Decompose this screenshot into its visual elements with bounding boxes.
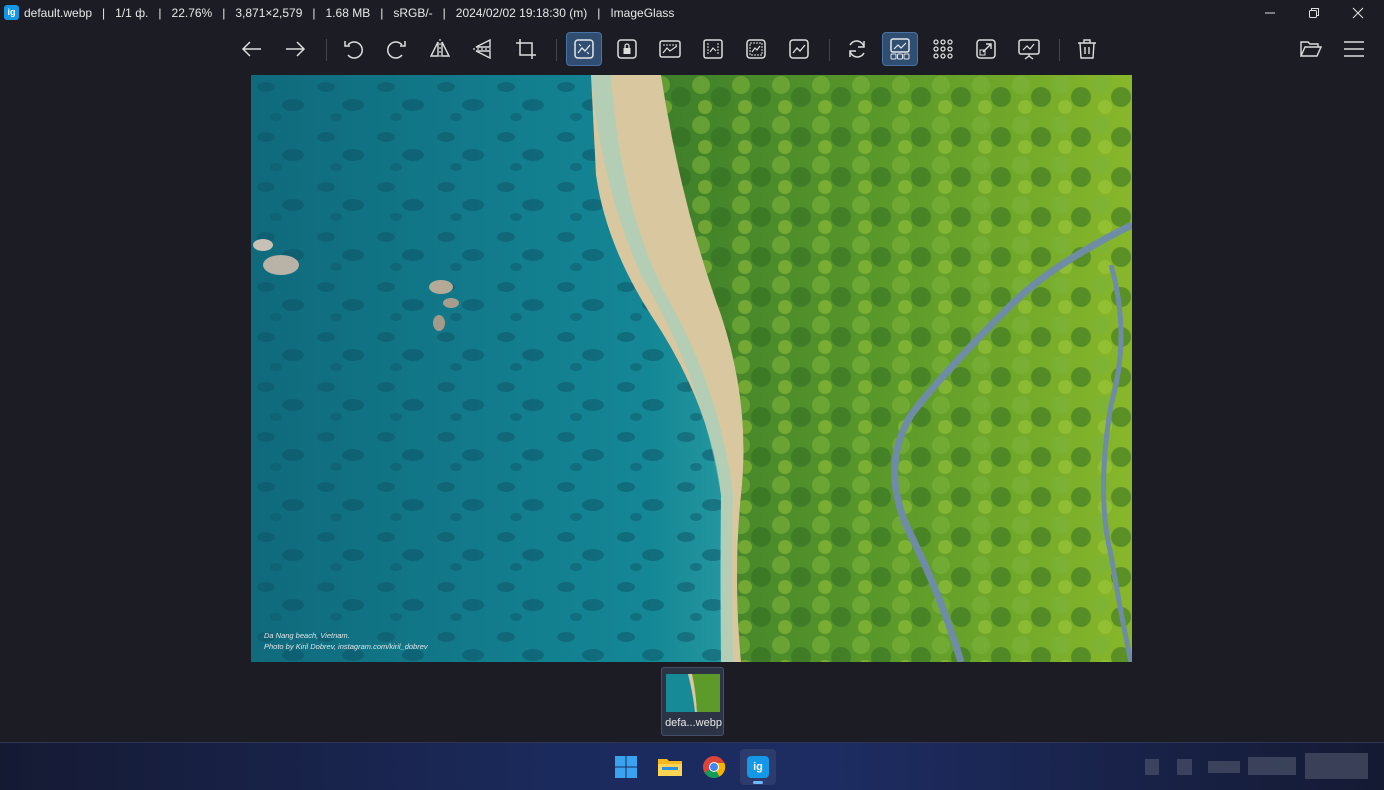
scale-to-fit-icon [746, 39, 766, 59]
gallery-button[interactable] [925, 32, 961, 66]
taskbar: ig [0, 742, 1384, 790]
scale-to-width-button[interactable] [652, 32, 688, 66]
lock-zoom-button[interactable] [609, 32, 645, 66]
imageglass-taskbar-button[interactable]: ig [740, 749, 776, 785]
thumbnail-image [666, 674, 720, 712]
close-icon [1352, 7, 1364, 18]
restore-button[interactable] [1292, 0, 1336, 25]
scale-to-height-icon [703, 39, 723, 59]
scale-to-width-icon [659, 40, 681, 58]
scale-to-fill-icon [789, 39, 809, 59]
caption-line-2: Photo by Kiril Dobrev, instagram.com/kir… [264, 642, 428, 651]
delete-button[interactable] [1069, 32, 1105, 66]
thumbnail-item[interactable]: defa...webp [661, 667, 724, 736]
main-menu-button[interactable] [1336, 32, 1372, 66]
toolbar-separator [1059, 39, 1060, 61]
thumbnail-bar-icon [890, 38, 910, 60]
file-explorer-button[interactable] [652, 749, 688, 785]
system-tray-item[interactable] [1145, 759, 1159, 775]
gallery-grid-icon [933, 39, 953, 59]
flip-vertical-button[interactable] [465, 32, 501, 66]
thumbnail-bar-button[interactable] [882, 32, 918, 66]
slideshow-icon [1018, 39, 1040, 60]
imageglass-app-icon: ig [4, 5, 19, 20]
scale-to-fit-button[interactable] [738, 32, 774, 66]
scale-to-fill-button[interactable] [781, 32, 817, 66]
beach-photo [251, 75, 1132, 662]
flip-vertical-icon [473, 38, 493, 60]
fullscreen-button[interactable] [968, 32, 1004, 66]
start-button[interactable] [608, 749, 644, 785]
windows-start-icon [615, 756, 637, 778]
slideshow-button[interactable] [1011, 32, 1047, 66]
open-file-button[interactable] [1293, 32, 1329, 66]
system-tray-item[interactable] [1208, 761, 1240, 773]
system-tray-item[interactable] [1177, 759, 1192, 775]
next-image-button[interactable] [277, 32, 313, 66]
flip-horizontal-icon [429, 39, 451, 59]
arrow-left-icon [241, 41, 261, 57]
rotate-left-button[interactable] [335, 32, 371, 66]
restore-icon [1309, 7, 1319, 18]
caption-line-1: Da Nang beach, Vietnam. [264, 631, 350, 640]
minimize-button[interactable] [1248, 0, 1292, 25]
crop-button[interactable] [508, 32, 544, 66]
auto-zoom-button[interactable] [566, 32, 602, 66]
auto-zoom-icon [574, 39, 594, 59]
clock[interactable] [1305, 753, 1368, 779]
close-button[interactable] [1336, 0, 1380, 25]
flip-horizontal-button[interactable] [422, 32, 458, 66]
photo-caption: Da Nang beach, Vietnam. Photo by Kiril D… [264, 630, 428, 652]
toolbar [0, 25, 1384, 73]
active-indicator [753, 781, 763, 784]
toolbar-separator [829, 39, 830, 61]
rotate-left-icon [344, 41, 363, 59]
system-tray-item[interactable] [1248, 757, 1296, 775]
imageglass-icon: ig [747, 756, 769, 778]
rotate-right-icon [387, 41, 406, 59]
minimize-icon [1265, 12, 1275, 13]
arrow-right-icon [286, 41, 306, 57]
window-title: default.webp | 1/1 ф. | 22.76% | 3,871×2… [24, 6, 675, 20]
image-viewer[interactable]: Da Nang beach, Vietnam. Photo by Kiril D… [251, 75, 1132, 662]
menu-icon [1344, 41, 1364, 57]
rotate-right-button[interactable] [379, 32, 415, 66]
previous-image-button[interactable] [234, 32, 270, 66]
chrome-icon [703, 756, 726, 778]
open-folder-icon [1299, 41, 1323, 57]
toolbar-separator [556, 39, 557, 61]
file-explorer-icon [658, 759, 682, 776]
toolbar-separator [326, 39, 327, 61]
lock-zoom-icon [617, 39, 637, 59]
refresh-icon [849, 40, 865, 58]
chrome-button[interactable] [696, 749, 732, 785]
title-bar: ig default.webp | 1/1 ф. | 22.76% | 3,87… [0, 0, 1384, 25]
thumbnail-label: defa...webp [665, 717, 722, 729]
delete-icon [1078, 39, 1096, 59]
scale-to-height-button[interactable] [695, 32, 731, 66]
refresh-button[interactable] [839, 32, 875, 66]
crop-icon [516, 39, 536, 59]
fullscreen-icon [976, 39, 996, 59]
